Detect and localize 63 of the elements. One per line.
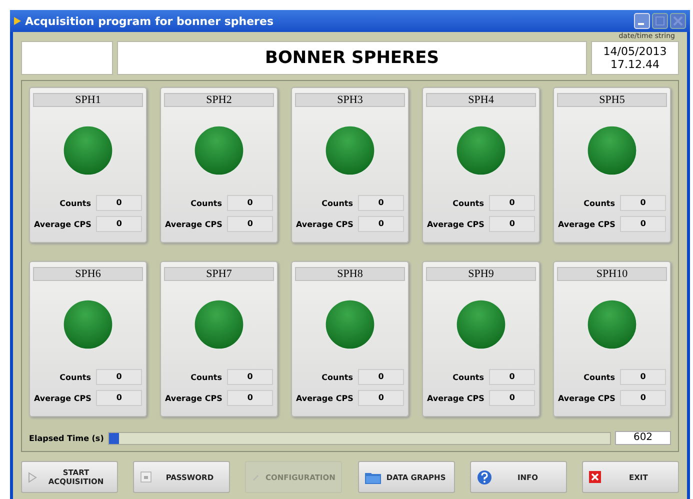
cps-label: Average CPS [34,220,92,228]
sphere-name: SPH2 [164,93,274,107]
cps-value: 0 [96,216,142,232]
counts-value: 0 [227,369,273,385]
counts-value: 0 [227,195,273,211]
cps-label: Average CPS [558,220,616,228]
counts-label: Counts [60,372,91,382]
cps-value: 0 [358,216,404,232]
cps-label: Average CPS [558,394,616,402]
counts-label: Counts [60,198,91,208]
cps-value: 0 [489,390,535,406]
sphere-name: SPH1 [33,93,143,107]
counts-value: 0 [489,369,535,385]
cps-value: 0 [358,390,404,406]
counts-value: 0 [620,195,666,211]
sphere-name: SPH10 [557,267,667,281]
play-icon [28,472,37,482]
window-title: Acquisition program for bonner spheres [25,14,274,28]
close-button[interactable] [670,13,686,29]
sphere-name: SPH9 [426,267,536,281]
counts-value: 0 [620,369,666,385]
app-title: BONNER SPHERES [117,41,587,75]
counts-label: Counts [322,372,353,382]
cps-label: Average CPS [427,394,484,402]
cps-label: Average CPS [427,220,484,228]
help-icon [476,470,492,484]
counts-value: 0 [358,369,404,385]
counts-label: Counts [452,198,484,208]
counts-label: Counts [190,198,222,208]
sphere-name: SPH4 [426,93,536,107]
close-icon [588,471,601,483]
cps-value: 0 [489,216,535,232]
sphere-name: SPH3 [295,93,405,107]
counts-value: 0 [96,369,142,385]
sphere-name: SPH8 [295,267,405,281]
cps-label: Average CPS [165,220,222,228]
folder-icon [364,470,381,484]
counts-label: Counts [190,372,222,382]
datetime-display: 14/05/2013 17.12.44 [591,41,679,75]
cps-label: Average CPS [296,220,354,228]
counts-label: Counts [452,372,484,382]
sphere-name: SPH7 [164,267,274,281]
elapsed-label: Elapsed Time (s) [29,434,104,442]
cps-value: 0 [620,216,666,232]
counts-label: Counts [584,198,615,208]
counts-value: 0 [96,195,142,211]
cps-value: 0 [227,390,273,406]
cps-label: Average CPS [165,394,222,402]
cps-value: 0 [96,390,142,406]
cps-value: 0 [227,216,273,232]
sphere-name: SPH5 [557,93,667,107]
counts-label: Counts [322,198,353,208]
counts-value: 0 [358,195,404,211]
minimize-button[interactable] [634,13,650,29]
app-icon [14,17,21,25]
counts-label: Counts [584,372,615,382]
cps-value: 0 [620,390,666,406]
sphere-name: SPH6 [33,267,143,281]
cps-label: Average CPS [296,394,354,402]
counts-value: 0 [489,195,535,211]
maximize-button[interactable] [652,13,668,29]
elapsed-value: 602 [615,431,671,445]
cps-label: Average CPS [34,394,92,402]
